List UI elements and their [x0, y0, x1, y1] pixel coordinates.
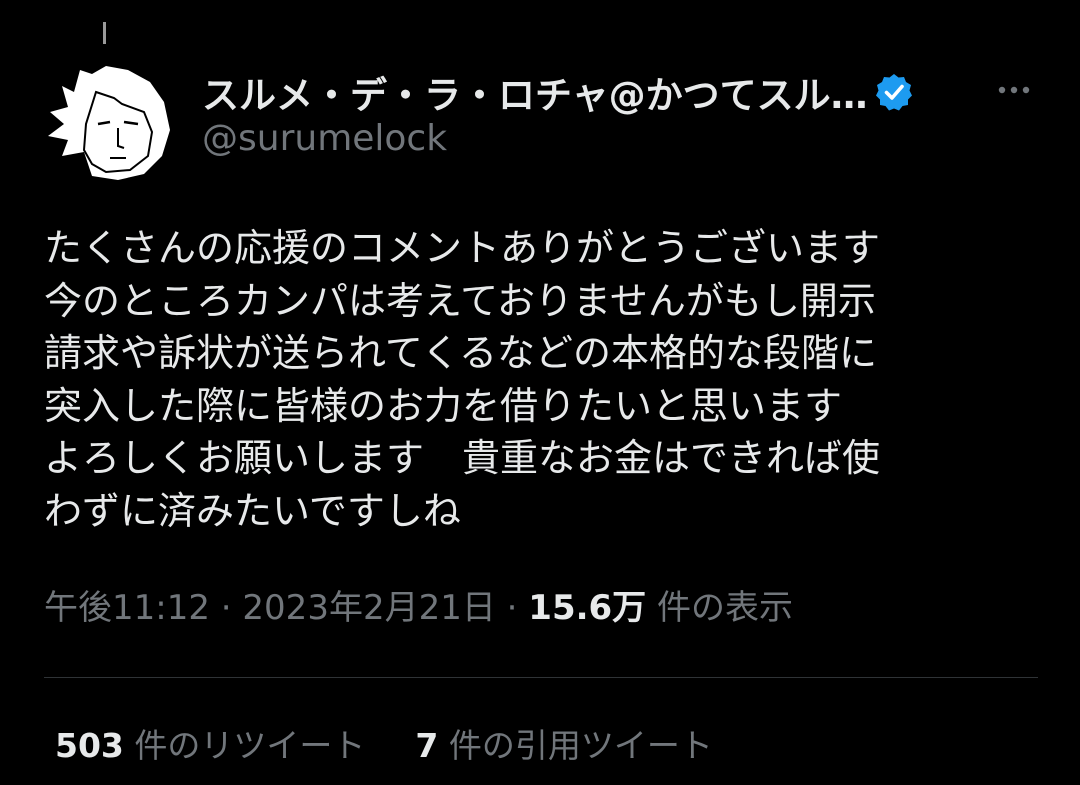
meta-separator: ·	[495, 588, 529, 628]
author-name-row[interactable]: スルメ・デ・ラ・ロチャ@かつてスル…	[202, 62, 914, 122]
tweet-stats: 503 件のリツイート 7 件の引用ツイート	[55, 722, 713, 770]
quotes-count: 7	[415, 726, 439, 765]
tweet-text-line: 請求や訴状が送られてくるなどの本格的な段階に	[44, 331, 877, 375]
quotes-label: 件の引用ツイート	[438, 726, 713, 765]
tweet-text-line: わずに済みたいですしね	[44, 488, 461, 533]
views-label: 件の表示	[646, 588, 793, 628]
author-display-name[interactable]: スルメ・デ・ラ・ロチャ@かつてスル…	[202, 65, 868, 119]
meta-separator: ·	[209, 588, 243, 628]
retweets-link[interactable]: 503 件のリツイート	[55, 722, 365, 770]
more-horizontal-icon[interactable]	[994, 78, 1034, 102]
tweet-text-line: 突入した際に皆様のお力を借りたいと思います	[44, 383, 843, 428]
verified-badge-icon	[874, 72, 914, 112]
divider	[44, 677, 1038, 678]
tweet-date[interactable]: 2023年2月21日	[242, 588, 495, 628]
quote-tweets-link[interactable]: 7 件の引用ツイート	[415, 722, 712, 770]
tweet-text-line: よろしくお願いします 貴重なお金はできれば使	[44, 436, 881, 480]
tweet-time[interactable]: 午後11:12	[44, 588, 210, 628]
tweet-meta: 午後11:12 · 2023年2月21日 · 15.6万 件の表示	[44, 584, 793, 632]
author-handle[interactable]: @surumelock	[202, 118, 447, 159]
retweets-count: 503	[55, 726, 124, 765]
tweet-text-line: たくさんの応援のコメントありがとうございます	[44, 226, 881, 270]
views-count[interactable]: 15.6万	[528, 588, 646, 628]
retweets-label: 件のリツイート	[123, 726, 366, 765]
tweet-text: たくさんの応援のコメントありがとうございます 今のところカンパは考えておりません…	[44, 222, 1044, 537]
tweet-text-line: 今のところカンパは考えておりませんがもし開示	[44, 278, 876, 323]
avatar-sketch-face-icon	[48, 66, 170, 180]
top-edge-marker	[103, 22, 106, 44]
avatar[interactable]	[40, 52, 172, 184]
